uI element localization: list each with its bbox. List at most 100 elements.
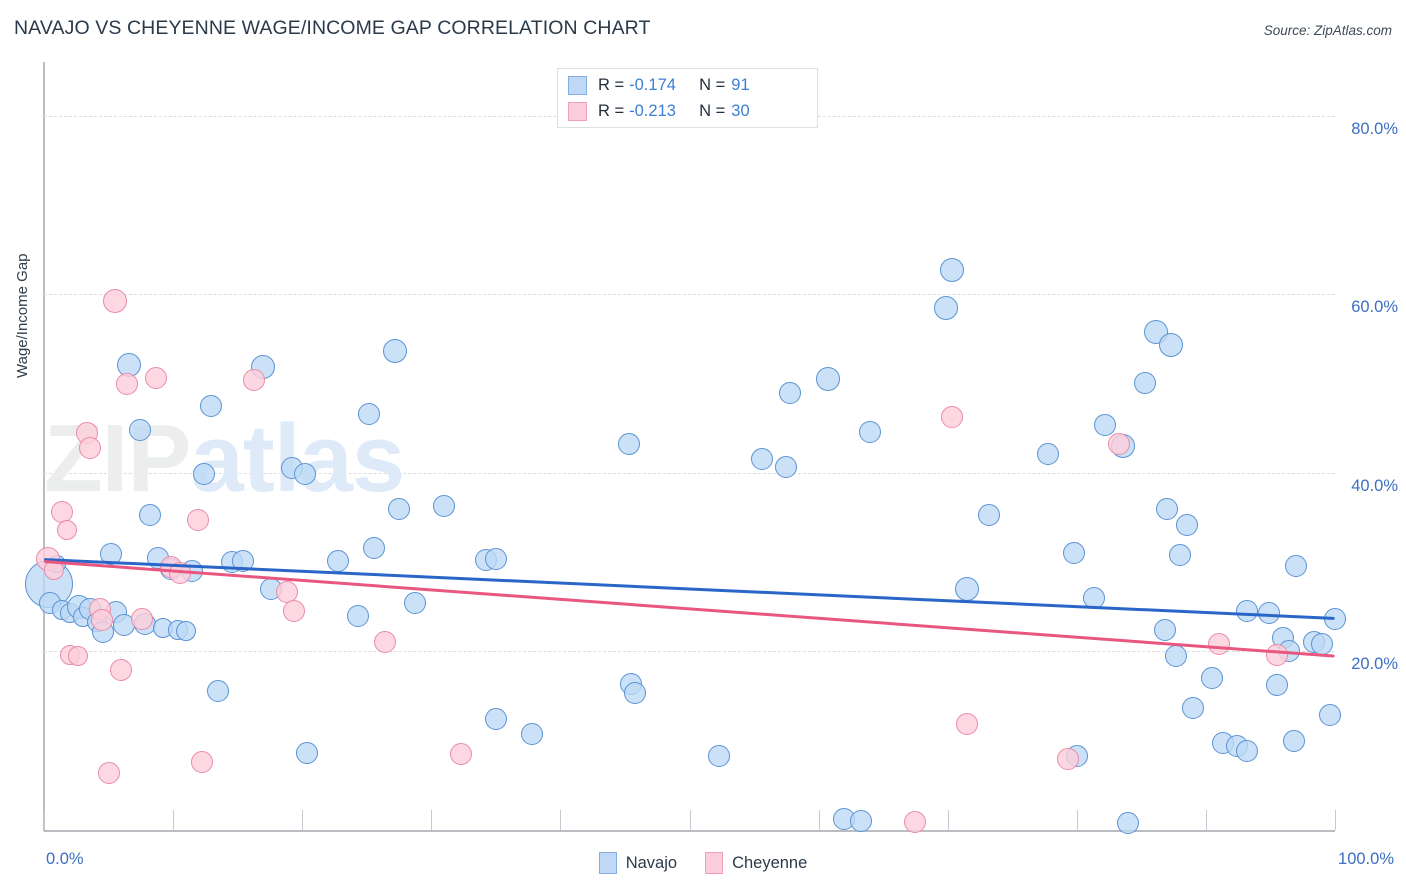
x-axis-tick <box>818 810 820 830</box>
scatter-point-navajo[interactable] <box>1134 372 1157 395</box>
scatter-point-navajo[interactable] <box>296 742 319 765</box>
source-attribution: Source: ZipAtlas.com <box>1263 23 1392 38</box>
scatter-point-navajo[interactable] <box>955 576 980 601</box>
gridline <box>44 294 1335 296</box>
scatter-point-navajo[interactable] <box>1165 644 1188 667</box>
scatter-point-navajo[interactable] <box>176 620 196 641</box>
scatter-point-cheyenne[interactable] <box>283 600 306 623</box>
navajo-swatch-icon <box>568 75 587 95</box>
scatter-point-navajo[interactable] <box>293 462 316 485</box>
scatter-point-navajo[interactable] <box>520 722 543 745</box>
scatter-point-cheyenne[interactable] <box>956 712 979 735</box>
scatter-point-navajo[interactable] <box>978 503 1000 526</box>
watermark: ZIPatlas <box>44 404 405 514</box>
legend-item-cheyenne[interactable]: Cheyenne <box>705 852 807 874</box>
scatter-point-navajo[interactable] <box>708 744 731 767</box>
x-axis-tick <box>173 810 175 830</box>
scatter-point-navajo[interactable] <box>850 810 873 833</box>
scatter-point-navajo[interactable] <box>433 494 456 517</box>
x-axis-tick <box>44 810 45 830</box>
scatter-point-cheyenne[interactable] <box>186 509 209 532</box>
scatter-point-navajo[interactable] <box>1236 600 1259 623</box>
scatter-point-navajo[interactable] <box>1285 554 1308 577</box>
gridline <box>44 472 1335 474</box>
x-axis-tick <box>431 810 433 830</box>
scatter-point-navajo[interactable] <box>388 498 411 521</box>
scatter-point-navajo[interactable] <box>617 433 640 456</box>
x-axis-tick <box>689 810 691 830</box>
scatter-point-navajo[interactable] <box>207 679 230 702</box>
correlation-chart: NAVAJO VS CHEYENNE WAGE/INCOME GAP CORRE… <box>0 0 1406 892</box>
scatter-point-navajo[interactable] <box>1169 543 1192 566</box>
stats-row-navajo: R = -0.174 N = 91 <box>568 72 750 98</box>
scatter-point-cheyenne[interactable] <box>190 751 213 774</box>
scatter-point-cheyenne[interactable] <box>373 631 396 654</box>
scatter-point-navajo[interactable] <box>1201 667 1224 690</box>
scatter-point-navajo[interactable] <box>193 462 216 485</box>
series-legend: Navajo Cheyenne <box>0 848 1406 878</box>
scatter-point-navajo[interactable] <box>1094 413 1117 436</box>
scatter-point-navajo[interactable] <box>779 382 802 405</box>
scatter-point-navajo[interactable] <box>1156 497 1179 520</box>
scatter-point-navajo[interactable] <box>363 536 386 559</box>
scatter-point-navajo[interactable] <box>1318 703 1341 726</box>
scatter-point-cheyenne[interactable] <box>79 436 102 459</box>
scatter-point-navajo[interactable] <box>750 447 773 470</box>
scatter-point-navajo[interactable] <box>358 402 381 425</box>
scatter-point-navajo[interactable] <box>1175 513 1198 536</box>
scatter-point-navajo[interactable] <box>775 456 798 479</box>
scatter-point-cheyenne[interactable] <box>449 743 472 766</box>
x-axis-tick <box>1335 810 1336 830</box>
trend-line-navajo <box>43 557 1336 621</box>
scatter-point-navajo[interactable] <box>1153 618 1176 641</box>
watermark-zip: ZIP <box>44 405 191 512</box>
navajo-legend-label: Navajo <box>625 853 678 872</box>
scatter-point-cheyenne[interactable] <box>97 761 120 784</box>
scatter-point-navajo[interactable] <box>1282 729 1305 752</box>
cheyenne-r-value: -0.213 <box>629 101 676 120</box>
scatter-point-cheyenne[interactable] <box>57 519 78 540</box>
scatter-point-navajo[interactable] <box>1037 443 1060 466</box>
scatter-point-cheyenne[interactable] <box>1265 643 1288 666</box>
plot-area: ZIPatlas <box>25 62 1346 834</box>
cheyenne-legend-swatch-icon <box>705 852 724 874</box>
x-axis-tick <box>1076 810 1078 830</box>
scatter-point-navajo[interactable] <box>484 547 507 570</box>
scatter-point-navajo[interactable] <box>624 682 647 705</box>
scatter-point-navajo[interactable] <box>383 339 408 364</box>
scatter-point-cheyenne[interactable] <box>67 645 88 666</box>
x-axis-tick <box>560 810 562 830</box>
scatter-point-navajo[interactable] <box>1181 696 1204 719</box>
scatter-point-cheyenne[interactable] <box>904 810 927 833</box>
scatter-point-cheyenne[interactable] <box>103 289 127 314</box>
scatter-point-navajo[interactable] <box>327 550 350 573</box>
scatter-point-navajo[interactable] <box>128 418 151 441</box>
scatter-point-navajo[interactable] <box>939 258 964 283</box>
scatter-point-navajo[interactable] <box>934 296 959 321</box>
scatter-point-navajo[interactable] <box>815 367 840 392</box>
scatter-point-cheyenne[interactable] <box>1207 633 1230 656</box>
scatter-point-navajo[interactable] <box>484 708 507 731</box>
scatter-point-cheyenne[interactable] <box>110 659 133 682</box>
scatter-point-cheyenne[interactable] <box>145 367 168 390</box>
gridline <box>44 651 1335 653</box>
scatter-point-cheyenne[interactable] <box>1056 748 1079 771</box>
scatter-point-navajo[interactable] <box>403 592 426 615</box>
cheyenne-n-label: N = <box>699 101 726 120</box>
navajo-r-label: R = <box>598 75 625 94</box>
scatter-point-navajo[interactable] <box>1236 740 1259 763</box>
scatter-point-cheyenne[interactable] <box>940 405 963 428</box>
scatter-point-navajo[interactable] <box>1159 333 1184 358</box>
scatter-point-cheyenne[interactable] <box>243 368 266 391</box>
legend-item-navajo[interactable]: Navajo <box>598 852 678 874</box>
scatter-point-navajo[interactable] <box>1265 674 1288 697</box>
cheyenne-swatch-icon <box>568 101 587 121</box>
scatter-point-navajo[interactable] <box>199 394 222 417</box>
scatter-point-navajo[interactable] <box>346 604 369 627</box>
navajo-r-value: -0.174 <box>629 75 676 94</box>
scatter-point-cheyenne[interactable] <box>115 373 138 396</box>
y-axis-tick-label: 60.0% <box>1351 298 1398 317</box>
scatter-point-navajo[interactable] <box>1063 542 1086 565</box>
scatter-point-navajo[interactable] <box>859 420 882 443</box>
scatter-point-navajo[interactable] <box>138 503 161 526</box>
